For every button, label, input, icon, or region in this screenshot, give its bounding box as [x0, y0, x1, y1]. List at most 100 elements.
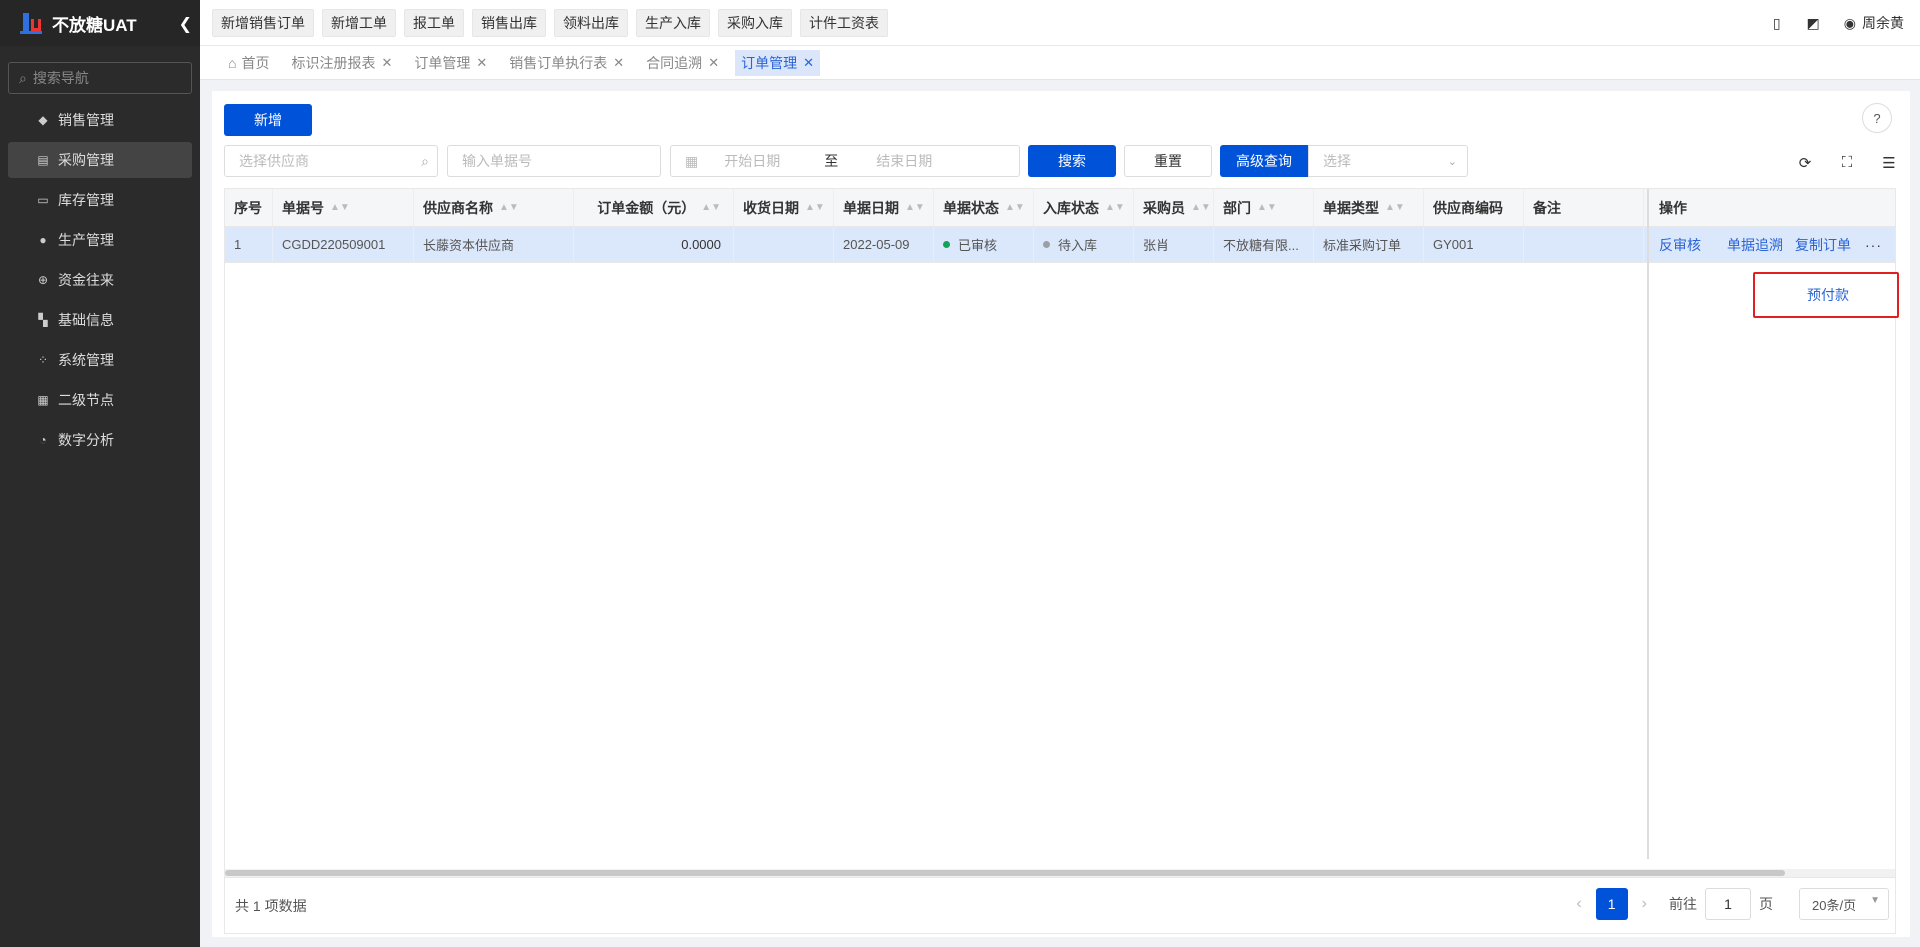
sort-icon[interactable]: ▲▼ — [1105, 202, 1125, 213]
prepayment-menu-item[interactable]: 预付款 — [1807, 285, 1849, 305]
quick-button-piecework-wages[interactable]: 计件工资表 — [800, 8, 888, 37]
col-receipt-date[interactable]: 收货日期 ▲▼ — [734, 189, 834, 226]
page-size-select[interactable]: 20条/页 ▼ — [1799, 888, 1889, 920]
quick-button-new-work-order[interactable]: 新增工单 — [322, 8, 396, 37]
cell-amount: 0.0000 — [574, 227, 734, 262]
quick-button-material-outbound[interactable]: 领料出库 — [554, 8, 628, 37]
funds-icon: ⊕ — [37, 273, 49, 287]
advanced-search-button[interactable]: 高级查询 — [1220, 145, 1308, 177]
sort-icon[interactable]: ▲▼ — [330, 202, 350, 213]
node-icon: ▦ — [37, 393, 49, 407]
quick-button-sales-outbound[interactable]: 销售出库 — [472, 8, 546, 37]
sort-icon[interactable]: ▲▼ — [1385, 202, 1405, 213]
advanced-select[interactable]: 选择 ⌄ — [1308, 145, 1468, 177]
top-bar: 新增销售订单 新增工单 报工单 销售出库 领料出库 生产入库 采购入库 计件工资… — [200, 0, 1920, 46]
unapprove-link[interactable]: 反审核 — [1659, 235, 1701, 255]
user-menu[interactable]: ◉ 周余黄 — [1844, 13, 1904, 33]
next-page-icon[interactable]: › — [1642, 895, 1647, 913]
tab-label: 订单管理 — [741, 54, 798, 71]
col-department[interactable]: 部门 ▲▼ — [1214, 189, 1314, 226]
tab-order-management-active[interactable]: 订单管理 ✕ — [735, 49, 820, 76]
sidebar-item-label: 系统管理 — [58, 352, 114, 368]
col-supplier-name[interactable]: 供应商名称 ▲▼ — [414, 189, 574, 226]
sidebar-item-purchase[interactable]: ▤ 采购管理 — [8, 142, 192, 178]
pagination: ‹ 1 › 前往 1 页 20条/页 ▼ — [1562, 888, 1889, 920]
col-inbound-status[interactable]: 入库状态 ▲▼ — [1034, 189, 1134, 226]
sidebar: 不放糖UAT ❮ ⌕ 搜索导航 ◆ 销售管理 ▤ 采购管理 ▭ 库存管理 ● 生产管理 … — [0, 0, 200, 947]
col-order-date[interactable]: 单据日期 ▲▼ — [834, 189, 934, 226]
sort-icon[interactable]: ▲▼ — [905, 202, 925, 213]
sidebar-item-system[interactable]: ⁘ 系统管理 — [8, 342, 192, 378]
reset-button[interactable]: 重置 — [1124, 145, 1212, 177]
help-icon[interactable]: ? — [1862, 103, 1892, 133]
sort-icon[interactable]: ▲▼ — [1191, 202, 1211, 213]
tab-home[interactable]: ⌂ 首页 — [222, 50, 275, 76]
trace-link[interactable]: 单据追溯 — [1727, 235, 1783, 255]
add-button[interactable]: 新增 — [224, 104, 312, 136]
col-remark: 备注 — [1524, 189, 1644, 226]
order-no-input[interactable]: 输入单据号 — [447, 145, 661, 177]
close-icon[interactable]: ✕ — [803, 55, 814, 71]
order-no-placeholder: 输入单据号 — [462, 153, 532, 169]
table-row[interactable]: 1 CGDD220509001 长藤资本供应商 0.0000 2022-05-0… — [225, 227, 1895, 263]
collapse-sidebar-icon[interactable]: ❮ — [179, 14, 192, 34]
page-1-button[interactable]: 1 — [1595, 888, 1628, 920]
cell-order-type: 标准采购订单 — [1314, 227, 1424, 262]
date-range-picker[interactable]: ▦ 开始日期 至 结束日期 — [670, 145, 1020, 177]
fullscreen-icon[interactable]: ⛶ — [1838, 154, 1856, 172]
sidebar-menu: ◆ 销售管理 ▤ 采购管理 ▭ 库存管理 ● 生产管理 ⊕ 资金往来 ▚ 基础信息 ⁘ 系统管… — [0, 102, 200, 458]
tab-order-management[interactable]: 订单管理 ✕ — [408, 50, 493, 76]
settings-icon[interactable]: ☰ — [1880, 154, 1898, 172]
scrollbar-thumb[interactable] — [225, 870, 1785, 876]
col-order-type[interactable]: 单据类型 ▲▼ — [1314, 189, 1424, 226]
status-dot-approved — [943, 241, 950, 248]
header-label: 单据号 — [282, 199, 324, 216]
col-buyer[interactable]: 采购员 ▲▼ — [1134, 189, 1214, 226]
tab-sales-order-execution[interactable]: 销售订单执行表 ✕ — [503, 50, 630, 76]
sidebar-item-label: 二级节点 — [58, 392, 114, 408]
sort-icon[interactable]: ▲▼ — [1005, 202, 1025, 213]
col-amount[interactable]: 订单金额（元） ▲▼ — [574, 189, 734, 226]
quick-button-production-inbound[interactable]: 生产入库 — [636, 8, 710, 37]
sort-icon[interactable]: ▲▼ — [1257, 202, 1277, 213]
refresh-icon[interactable]: ⟳ — [1796, 154, 1814, 172]
close-icon[interactable]: ✕ — [708, 55, 719, 71]
supplier-select[interactable]: 选择供应商 ⌕ — [224, 145, 438, 177]
header-label: 单据类型 — [1323, 199, 1379, 216]
sidebar-item-label: 数字分析 — [58, 432, 114, 448]
nav-search-input[interactable]: ⌕ 搜索导航 — [8, 62, 192, 94]
sort-icon[interactable]: ▲▼ — [499, 202, 519, 213]
goto-page-input[interactable]: 1 — [1705, 888, 1751, 920]
sidebar-item-second-level[interactable]: ▦ 二级节点 — [8, 382, 192, 418]
horizontal-scrollbar[interactable] — [225, 869, 1895, 877]
sidebar-item-sales[interactable]: ◆ 销售管理 — [8, 102, 192, 138]
header-label: 入库状态 — [1043, 199, 1099, 216]
col-order-no[interactable]: 单据号 ▲▼ — [273, 189, 414, 226]
search-button[interactable]: 搜索 — [1028, 145, 1116, 177]
close-icon[interactable]: ✕ — [476, 55, 487, 71]
quick-button-new-sales-order[interactable]: 新增销售订单 — [212, 8, 314, 37]
close-icon[interactable]: ✕ — [381, 55, 392, 71]
quick-button-work-report[interactable]: 报工单 — [404, 8, 464, 37]
search-icon: ⌕ — [421, 152, 429, 169]
tab-mark-report[interactable]: 标识注册报表 ✕ — [285, 50, 398, 76]
screen-icon[interactable]: ◩ — [1807, 15, 1820, 32]
prev-page-icon[interactable]: ‹ — [1576, 895, 1581, 913]
sidebar-item-inventory[interactable]: ▭ 库存管理 — [8, 182, 192, 218]
sidebar-item-basic-info[interactable]: ▚ 基础信息 — [8, 302, 192, 338]
tab-label: 标识注册报表 — [291, 54, 376, 71]
logo-icon — [20, 11, 44, 35]
sidebar-item-funds[interactable]: ⊕ 资金往来 — [8, 262, 192, 298]
main-content: 新增 ? 选择供应商 ⌕ 输入单据号 ▦ 开始日期 至 结束日期 搜索 重置 高… — [212, 91, 1910, 937]
tab-contract-trace[interactable]: 合同追溯 ✕ — [640, 50, 725, 76]
copy-order-link[interactable]: 复制订单 — [1795, 235, 1851, 255]
close-icon[interactable]: ✕ — [613, 55, 624, 71]
sidebar-item-analysis[interactable]: ◔ 数字分析 — [8, 422, 192, 458]
more-icon[interactable]: ··· — [1865, 237, 1882, 253]
col-order-status[interactable]: 单据状态 ▲▼ — [934, 189, 1034, 226]
sort-icon[interactable]: ▲▼ — [805, 202, 825, 213]
sidebar-item-production[interactable]: ● 生产管理 — [8, 222, 192, 258]
sort-icon[interactable]: ▲▼ — [701, 202, 721, 213]
quick-button-purchase-inbound[interactable]: 采购入库 — [718, 8, 792, 37]
mobile-icon[interactable]: ▯ — [1773, 15, 1781, 32]
